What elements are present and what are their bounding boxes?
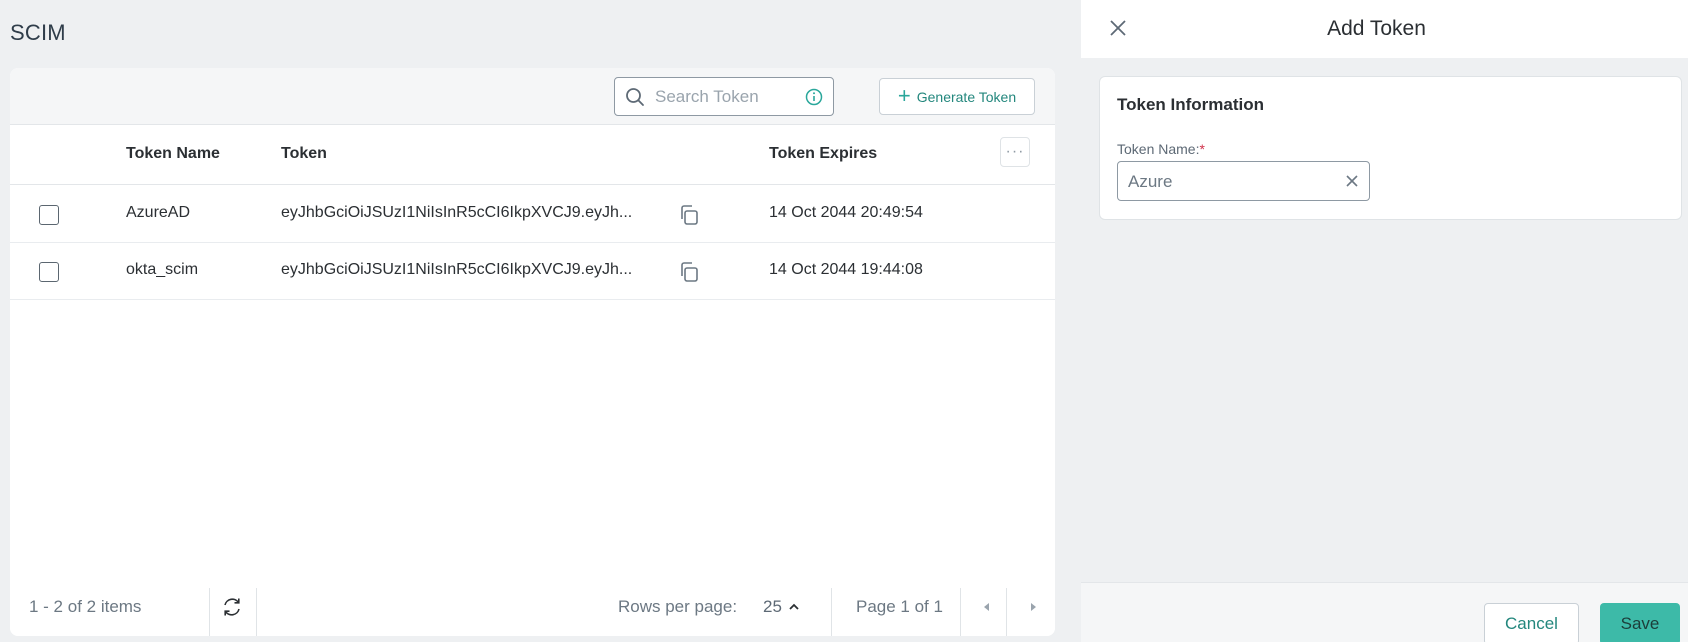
column-menu-button[interactable]: ···: [1000, 137, 1030, 167]
items-summary: 1 - 2 of 2 items: [29, 597, 142, 616]
token-expires-cell: 14 Oct 2044 19:44:08: [769, 261, 923, 278]
column-header-token-expires[interactable]: Token Expires: [769, 145, 877, 163]
token-name-input[interactable]: [1128, 171, 1328, 193]
token-expires-cell: 14 Oct 2044 20:49:54: [769, 204, 923, 221]
divider: [209, 588, 210, 636]
token-name-label-text: Token Name:: [1117, 141, 1200, 157]
page-info: Page 1 of 1: [856, 597, 943, 616]
row-checkbox[interactable]: [39, 262, 59, 282]
table-header: Token Name Token Token Expires ···: [10, 125, 1055, 185]
divider: [831, 588, 832, 636]
column-header-token-name[interactable]: Token Name: [126, 145, 220, 163]
previous-page-icon[interactable]: [979, 599, 995, 615]
save-button[interactable]: Save: [1600, 603, 1680, 642]
search-box[interactable]: [614, 77, 834, 116]
token-value-cell: eyJhbGciOiJSUzI1NiIsInR5cCI6IkpXVCJ9.eyJ…: [281, 204, 633, 221]
column-header-token[interactable]: Token: [281, 145, 327, 163]
table-row[interactable]: AzureAD eyJhbGciOiJSUzI1NiIsInR5cCI6IkpX…: [10, 186, 1055, 243]
generate-token-label: Generate Token: [916, 88, 1017, 105]
panel-title: Add Token: [1327, 17, 1426, 40]
search-icon: [626, 88, 644, 106]
add-token-panel: Add Token Token Information Token Name:*…: [1081, 0, 1688, 642]
clear-icon[interactable]: [1345, 174, 1359, 188]
refresh-icon[interactable]: [221, 596, 243, 618]
table-toolbar: + Generate Token: [10, 68, 1055, 125]
panel-footer: Cancel Save: [1081, 582, 1688, 642]
chevron-up-icon: [789, 603, 799, 610]
next-page-icon[interactable]: [1025, 599, 1041, 615]
token-value-cell: eyJhbGciOiJSUzI1NiIsInR5cCI6IkpXVCJ9.eyJ…: [281, 261, 633, 278]
row-checkbox[interactable]: [39, 205, 59, 225]
section-title: Token Information: [1117, 95, 1265, 114]
table-row[interactable]: okta_scim eyJhbGciOiJSUzI1NiIsInR5cCI6Ik…: [10, 243, 1055, 300]
generate-token-button[interactable]: + Generate Token: [879, 78, 1035, 115]
token-name-cell: AzureAD: [126, 204, 191, 221]
plus-icon: +: [897, 82, 911, 108]
cancel-button[interactable]: Cancel: [1484, 603, 1579, 642]
info-icon[interactable]: [805, 88, 823, 106]
token-name-cell: okta_scim: [126, 261, 199, 278]
page-title: SCIM: [10, 20, 66, 45]
main-area: SCIM + Generate Token Token Na: [0, 0, 1081, 642]
search-input[interactable]: [655, 86, 805, 108]
token-name-field[interactable]: [1117, 161, 1370, 201]
required-marker: *: [1199, 141, 1205, 157]
table-footer: 1 - 2 of 2 items Rows per page: 25 Page …: [10, 578, 1055, 636]
copy-icon[interactable]: [677, 203, 701, 227]
divider: [960, 588, 961, 636]
token-name-label: Token Name:*: [1117, 141, 1205, 157]
token-table-card: + Generate Token Token Name Token Token …: [10, 68, 1055, 636]
token-information-card: Token Information Token Name:*: [1099, 76, 1682, 220]
rows-per-page-select[interactable]: 25: [763, 597, 800, 617]
rows-per-page-value: 25: [763, 597, 782, 616]
rows-per-page-label: Rows per page:: [618, 597, 738, 616]
panel-header: Add Token: [1081, 0, 1688, 58]
divider: [256, 588, 257, 636]
divider: [1006, 588, 1007, 636]
copy-icon[interactable]: [677, 260, 701, 284]
